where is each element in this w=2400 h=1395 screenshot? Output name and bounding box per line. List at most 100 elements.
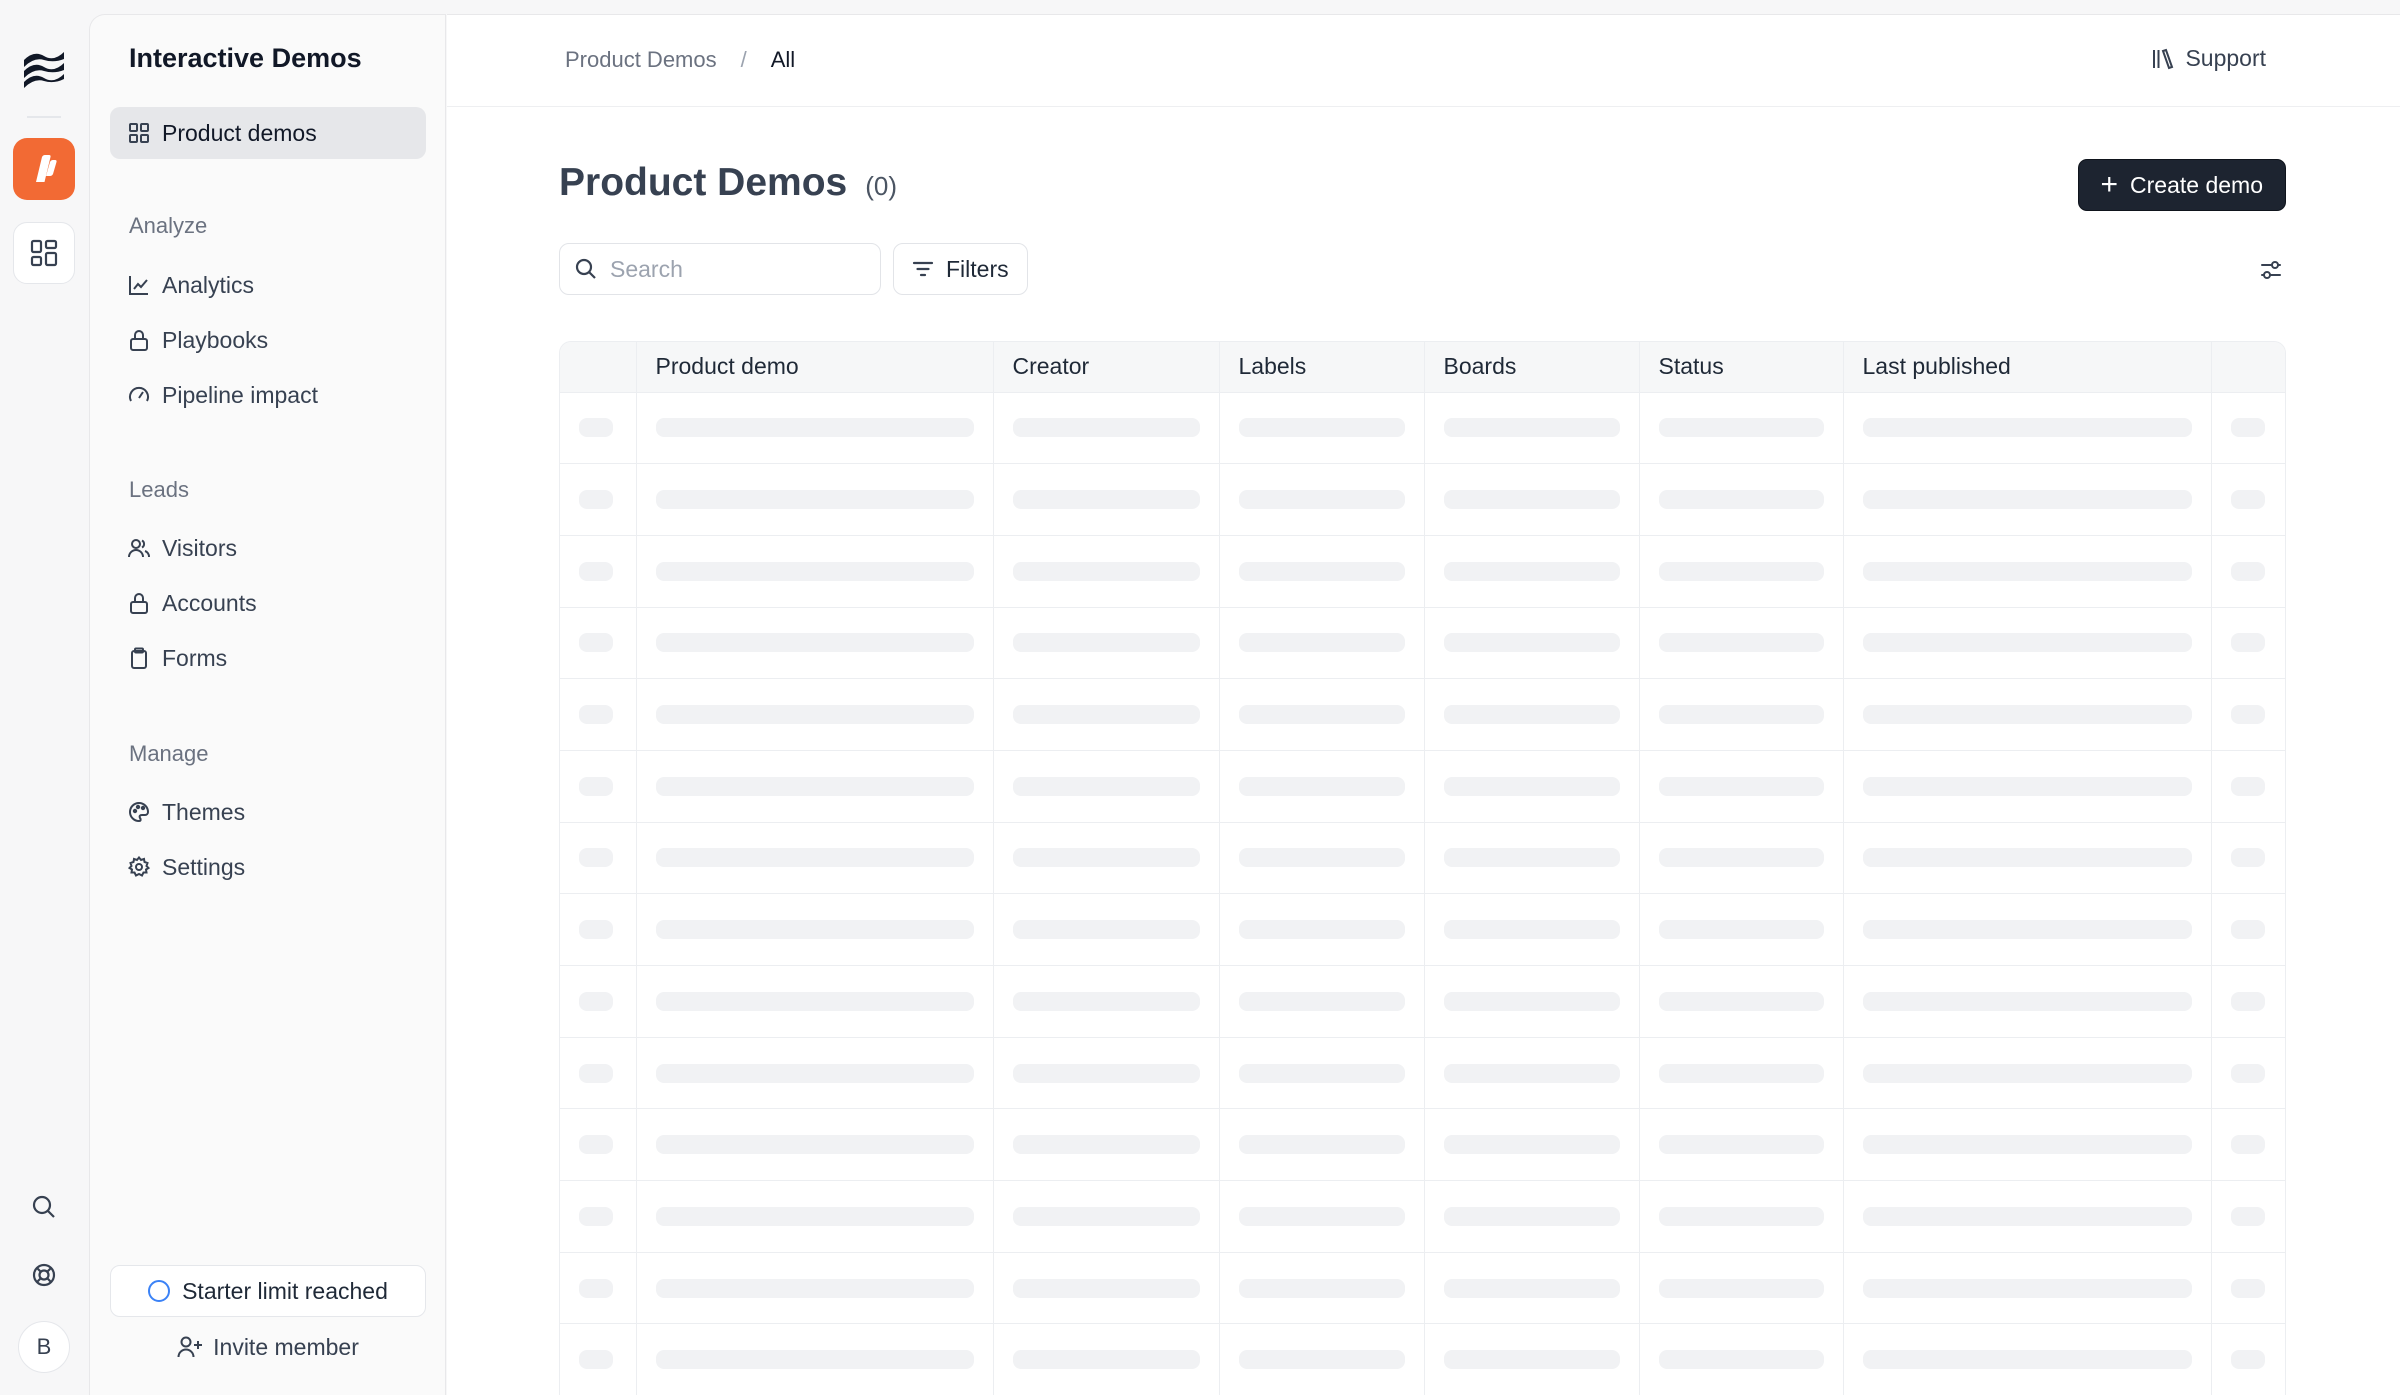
support-link[interactable]: Support: [2151, 45, 2266, 72]
table-header-row: Product demo Creator Labels Boards Statu…: [560, 342, 2285, 393]
skeleton-bar: [1443, 848, 1620, 868]
skeleton-cell: [2211, 750, 2285, 823]
select-column-header[interactable]: [560, 342, 637, 393]
invite-member-button[interactable]: Invite member: [110, 1325, 426, 1369]
skeleton-cell: [993, 1180, 1220, 1253]
skeleton-cell: [2211, 965, 2285, 1038]
table-row-skeleton: [560, 535, 2285, 608]
sidebar-item-accounts[interactable]: Accounts: [110, 577, 426, 629]
skeleton-bar: [579, 848, 613, 868]
skeleton-cell: [1219, 1180, 1425, 1253]
users-icon: [126, 535, 152, 561]
skeleton-bar: [1443, 490, 1620, 510]
table-row-skeleton: [560, 750, 2285, 823]
skeleton-bar: [1238, 705, 1405, 725]
table-row-skeleton: [560, 1108, 2285, 1182]
sidebar-item-themes[interactable]: Themes: [110, 786, 426, 838]
books-icon: [2151, 47, 2175, 71]
skeleton-cell: [560, 678, 637, 751]
sidebar-item-forms[interactable]: Forms: [110, 632, 426, 684]
column-header-product-demo[interactable]: Product demo: [636, 342, 994, 393]
skeleton-bar: [2230, 705, 2265, 725]
filters-button[interactable]: Filters: [893, 243, 1028, 295]
skeleton-bar: [2230, 1278, 2265, 1298]
skeleton-bar: [1443, 633, 1620, 653]
skeleton-bar: [1238, 1350, 1405, 1370]
skeleton-cell: [1843, 965, 2212, 1038]
skeleton-cell: [2211, 893, 2285, 966]
sidebar-item-visitors[interactable]: Visitors: [110, 522, 426, 574]
table-row-skeleton: [560, 1323, 2285, 1395]
user-avatar[interactable]: B: [18, 1321, 70, 1373]
skeleton-cell: [1639, 1108, 1844, 1182]
skeleton-cell: [1424, 965, 1640, 1038]
skeleton-bar: [1658, 991, 1824, 1011]
skeleton-bar: [2230, 1063, 2265, 1083]
sidebar: Interactive Demos Product demos Analyze …: [89, 14, 446, 1395]
skeleton-cell: [1424, 607, 1640, 680]
search-box[interactable]: [559, 243, 881, 295]
skeleton-bar: [1012, 1063, 1200, 1083]
skeleton-bar: [2230, 848, 2265, 868]
starter-limit-badge[interactable]: Starter limit reached: [110, 1265, 426, 1317]
view-options-sliders-icon[interactable]: [2256, 255, 2286, 285]
skeleton-bar: [1443, 776, 1620, 796]
column-header-last-published[interactable]: Last published: [1843, 342, 2212, 393]
skeleton-cell: [1424, 1323, 1640, 1395]
lock-icon: [126, 590, 152, 616]
skeleton-bar: [1012, 633, 1200, 653]
column-header-labels[interactable]: Labels: [1219, 342, 1425, 393]
skeleton-bar: [579, 1278, 613, 1298]
section-label-leads: Leads: [129, 477, 189, 502]
skeleton-bar: [1443, 920, 1620, 940]
support-label: Support: [2185, 45, 2266, 71]
skeleton-cell: [1639, 1037, 1844, 1110]
sidebar-item-pipeline-impact[interactable]: Pipeline impact: [110, 369, 426, 421]
skeleton-bar: [579, 1350, 613, 1370]
skeleton-cell: [993, 822, 1220, 895]
section-label-analyze: Analyze: [129, 213, 208, 238]
column-header-boards[interactable]: Boards: [1424, 342, 1640, 393]
skeleton-cell: [1424, 535, 1640, 608]
brand-logo-icon[interactable]: [18, 42, 70, 94]
sidebar-item-product-demos[interactable]: Product demos: [110, 107, 426, 159]
column-header-status[interactable]: Status: [1639, 342, 1844, 393]
skeleton-cell: [1843, 1037, 2212, 1110]
skeleton-bar: [1012, 848, 1200, 868]
skeleton-cell: [2211, 1037, 2285, 1110]
skeleton-cell: [1639, 750, 1844, 823]
skeleton-cell: [636, 822, 994, 895]
breadcrumb-current: All: [770, 47, 796, 72]
skeleton-cell: [636, 893, 994, 966]
app-switch-demos-icon[interactable]: [13, 138, 75, 200]
sidebar-item-settings[interactable]: Settings: [110, 841, 426, 893]
column-header-creator[interactable]: Creator: [993, 342, 1220, 393]
user-plus-icon: [177, 1335, 203, 1359]
skeleton-bar: [655, 490, 974, 510]
sidebar-item-playbooks[interactable]: Playbooks: [110, 314, 426, 366]
create-demo-button[interactable]: + Create demo: [2077, 159, 2286, 211]
skeleton-cell: [1219, 392, 1425, 465]
table-row-skeleton: [560, 678, 2285, 751]
skeleton-bar: [1443, 705, 1620, 725]
skeleton-bar: [1443, 561, 1620, 581]
help-lifebuoy-icon[interactable]: [22, 1253, 66, 1297]
skeleton-bar: [1658, 490, 1824, 510]
skeleton-cell: [1639, 965, 1844, 1038]
skeleton-cell: [993, 1252, 1220, 1325]
search-icon[interactable]: [22, 1185, 66, 1229]
skeleton-cell: [993, 1037, 1220, 1110]
rail-divider: [27, 116, 61, 118]
search-input[interactable]: [610, 255, 850, 283]
skeleton-bar: [579, 776, 613, 796]
skeleton-cell: [1219, 1037, 1425, 1110]
create-demo-label: Create demo: [2130, 171, 2263, 198]
skeleton-bar: [1012, 1206, 1200, 1226]
app-switch-grid-icon[interactable]: [13, 222, 75, 284]
skeleton-cell: [560, 607, 637, 680]
skeleton-cell: [560, 392, 637, 465]
breadcrumb-root[interactable]: Product Demos: [565, 47, 717, 73]
clipboard-icon: [126, 645, 152, 671]
sidebar-item-analytics[interactable]: Analytics: [110, 259, 426, 311]
skeleton-cell: [993, 535, 1220, 608]
